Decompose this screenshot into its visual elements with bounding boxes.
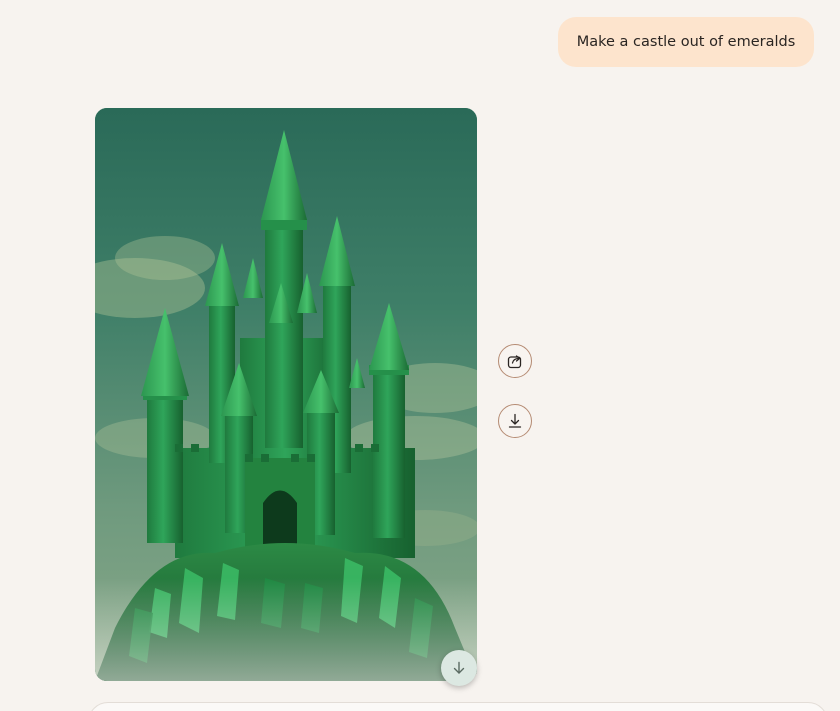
- user-message-text: Make a castle out of emeralds: [576, 34, 796, 50]
- share-icon: [507, 355, 522, 369]
- chat-page: Make a castle out of emeralds: [0, 0, 840, 711]
- message-composer[interactable]: [88, 702, 828, 711]
- generated-image[interactable]: [95, 108, 477, 681]
- scroll-to-bottom-button[interactable]: [441, 650, 477, 686]
- arrow-down-icon: [453, 661, 465, 674]
- emerald-castle-image: [95, 108, 477, 681]
- download-icon: [508, 413, 522, 428]
- user-message-bubble: Make a castle out of emeralds: [558, 17, 814, 67]
- share-button[interactable]: [498, 344, 532, 378]
- download-button[interactable]: [498, 404, 532, 438]
